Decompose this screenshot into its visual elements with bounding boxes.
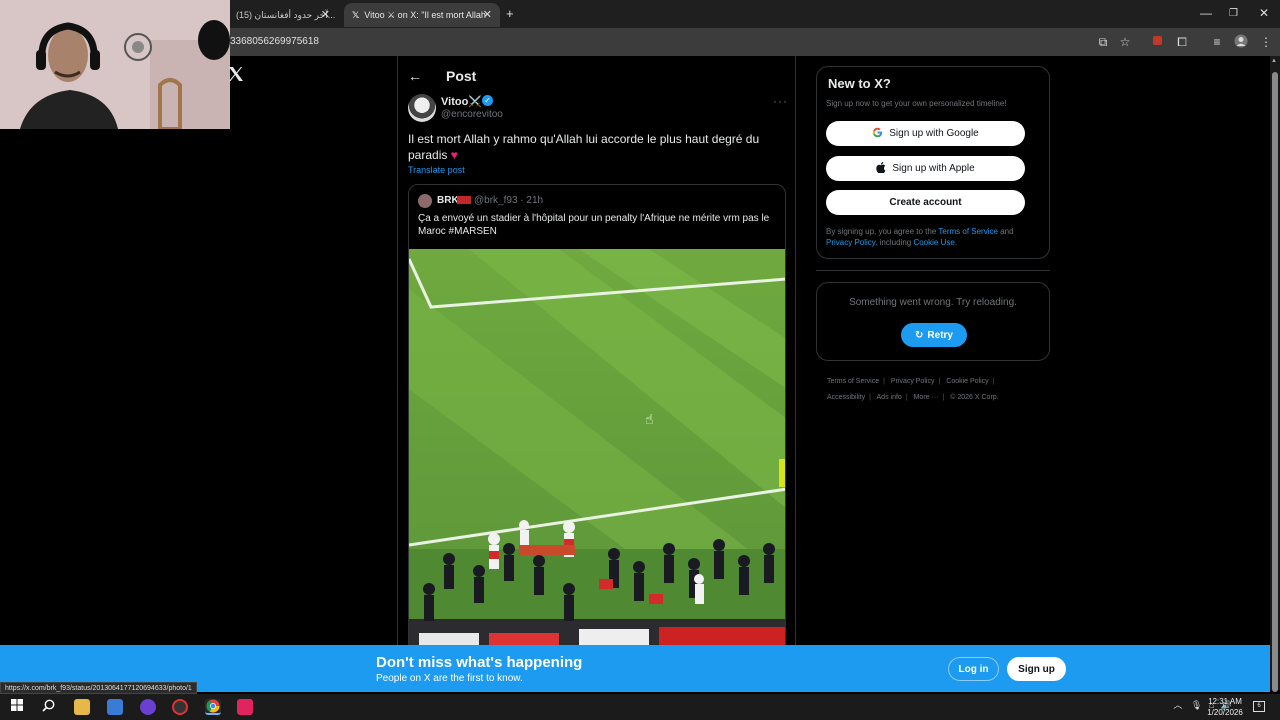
- app-icon-red-circle[interactable]: [172, 699, 188, 715]
- signup-google-label: Sign up with Google: [889, 128, 979, 139]
- search-icon[interactable]: [40, 699, 56, 715]
- heart-emoji: ♥: [450, 148, 458, 162]
- clock-time: 12:31 AM: [1208, 697, 1242, 706]
- profile-avatar-icon[interactable]: [1233, 34, 1249, 50]
- notification-icon[interactable]: 6: [1253, 701, 1265, 712]
- tab-title: Vitoo ⚔ on X: "Il est mort Allah: [364, 9, 486, 20]
- quoted-post[interactable]: BRK @brk_f93 · 21h Ça a envoyé un stadie…: [408, 184, 786, 645]
- scroll-up-icon[interactable]: ▲: [1271, 58, 1277, 64]
- signup-google-button[interactable]: Sign up with Google: [826, 121, 1025, 146]
- close-window-icon[interactable]: ✕: [1259, 6, 1269, 20]
- show-hidden-icons-icon[interactable]: ︿: [1173, 700, 1182, 710]
- back-arrow-icon[interactable]: ←: [408, 68, 434, 84]
- footer-cookie-link[interactable]: Cookie Policy: [946, 378, 988, 385]
- clock-date: 1/20/2026: [1207, 708, 1243, 717]
- create-account-button[interactable]: Create account: [826, 190, 1025, 215]
- terms-link[interactable]: Terms of Service: [938, 227, 998, 236]
- microsoft-store-icon[interactable]: [107, 699, 123, 715]
- legal-end: .: [954, 238, 958, 247]
- legal-and: and: [997, 227, 1014, 236]
- install-app-icon[interactable]: ⧉: [1095, 34, 1111, 50]
- banner-subtitle: People on X are the first to know.: [376, 673, 523, 684]
- footer-copyright: © 2026 X Corp.: [950, 394, 999, 401]
- app-icon-pink[interactable]: [237, 699, 253, 715]
- verified-badge-icon: ✓: [482, 95, 493, 106]
- quote-handle-time: @brk_f93 · 21h: [474, 195, 544, 206]
- post-body: Il est mort Allah y rahmo qu'Allah lui a…: [408, 132, 760, 162]
- main-column: ← Post Vitoo⚔️ ✓ @encorevitoo ··· Il est…: [397, 56, 796, 645]
- extensions-puzzle-icon[interactable]: ⧠: [1174, 34, 1190, 50]
- footer-privacy-link[interactable]: Privacy Policy: [891, 378, 935, 385]
- footer-ads-link[interactable]: Ads info: [877, 394, 902, 401]
- file-explorer-icon[interactable]: [74, 699, 90, 715]
- signup-button[interactable]: Sign up: [1007, 657, 1066, 681]
- footer-accessibility-link[interactable]: Accessibility: [827, 394, 865, 401]
- status-bar-url: https://x.com/brk_f93/status/20130641771…: [0, 682, 197, 694]
- close-tab-icon[interactable]: ✕: [321, 8, 330, 21]
- quote-avatar[interactable]: [418, 194, 432, 208]
- new-to-x-title: New to X?: [828, 76, 891, 91]
- new-to-x-card: New to X? Sign up now to get your own pe…: [816, 66, 1050, 259]
- browser-tab-2[interactable]: 𝕏 Vitoo ⚔ on X: "Il est mort Allah ✕: [344, 3, 500, 27]
- flag-icon: [457, 196, 471, 204]
- url-field[interactable]: 3368056269975618: [230, 36, 319, 47]
- cookie-link[interactable]: Cookie Use: [913, 238, 954, 247]
- refresh-icon: ↻: [915, 329, 924, 341]
- scrollbar-thumb[interactable]: [1272, 72, 1278, 692]
- close-tab-icon[interactable]: ✕: [483, 8, 492, 21]
- bookmark-star-icon[interactable]: ☆: [1117, 34, 1133, 50]
- author-handle[interactable]: @encorevitoo: [441, 109, 503, 120]
- author-name[interactable]: Vitoo⚔️: [441, 95, 482, 108]
- x-logo-icon[interactable]: [228, 66, 248, 86]
- windows-taskbar: ︿ 🎙 ⌂ 🔊 12:31 AM 1/20/2026 6: [0, 694, 1280, 720]
- legal-including: , including: [875, 238, 914, 247]
- error-message: Something went wrong. Try reloading.: [849, 297, 1017, 308]
- microphone-icon[interactable]: 🎙: [1191, 700, 1202, 710]
- retry-button[interactable]: ↻ Retry: [901, 323, 967, 347]
- google-icon: [872, 127, 883, 141]
- footer-terms-link[interactable]: Terms of Service: [827, 378, 879, 385]
- media-control-icon[interactable]: ≡: [1209, 34, 1225, 50]
- legal-text: By signing up, you agree to the Terms of…: [826, 226, 1040, 248]
- extension-badge-icon[interactable]: [1150, 34, 1166, 50]
- new-to-x-subtitle: Sign up now to get your own personalized…: [826, 99, 1007, 108]
- restore-icon[interactable]: ❐: [1229, 8, 1238, 19]
- author-avatar[interactable]: [408, 94, 436, 122]
- banner-title: Don't miss what's happening: [376, 654, 583, 671]
- hand-cursor-icon: ☝: [645, 411, 654, 427]
- page-scrollbar[interactable]: [1270, 56, 1280, 692]
- translate-post-link[interactable]: Translate post: [408, 165, 465, 175]
- app-icon-purple[interactable]: [140, 699, 156, 715]
- chrome-icon[interactable]: [205, 699, 221, 715]
- retry-label: Retry: [927, 329, 953, 341]
- page-title: Post: [446, 68, 477, 84]
- x-favicon-icon: 𝕏: [352, 9, 360, 20]
- webcam-overlay: [0, 0, 230, 129]
- create-account-label: Create account: [889, 197, 962, 208]
- more-options-icon[interactable]: ···: [773, 94, 788, 108]
- privacy-link[interactable]: Privacy Policy: [826, 238, 875, 247]
- taskbar-clock[interactable]: 12:31 AM 1/20/2026: [1202, 696, 1248, 718]
- minimize-icon[interactable]: —: [1200, 6, 1212, 20]
- footer-links: Terms of Service | Privacy Policy | Cookie…: [827, 378, 999, 401]
- new-tab-button[interactable]: +: [506, 6, 514, 21]
- error-card: Something went wrong. Try reloading. ↻ R…: [816, 282, 1050, 361]
- windows-start-icon[interactable]: [9, 699, 25, 715]
- browser-menu-icon[interactable]: ⋮: [1258, 34, 1274, 50]
- post-text: Il est mort Allah y rahmo qu'Allah lui a…: [408, 131, 768, 163]
- sidebar-divider: [816, 270, 1050, 271]
- footer-more-link[interactable]: More ···: [914, 394, 939, 401]
- quote-text: Ça a envoyé un stadier à l'hôpital pour …: [418, 213, 770, 237]
- login-button[interactable]: Log in: [948, 657, 999, 681]
- browser-tab-1[interactable]: (15) آخر حدود أفغانستان... ✕: [228, 3, 338, 27]
- quote-media-image[interactable]: [409, 249, 785, 645]
- signup-apple-button[interactable]: Sign up with Apple: [826, 156, 1025, 181]
- apple-icon: [876, 161, 886, 176]
- signup-apple-label: Sign up with Apple: [892, 163, 975, 174]
- post-header: ← Post: [408, 66, 476, 86]
- legal-prefix: By signing up, you agree to the: [826, 227, 939, 236]
- quote-author-name[interactable]: BRK: [437, 195, 459, 206]
